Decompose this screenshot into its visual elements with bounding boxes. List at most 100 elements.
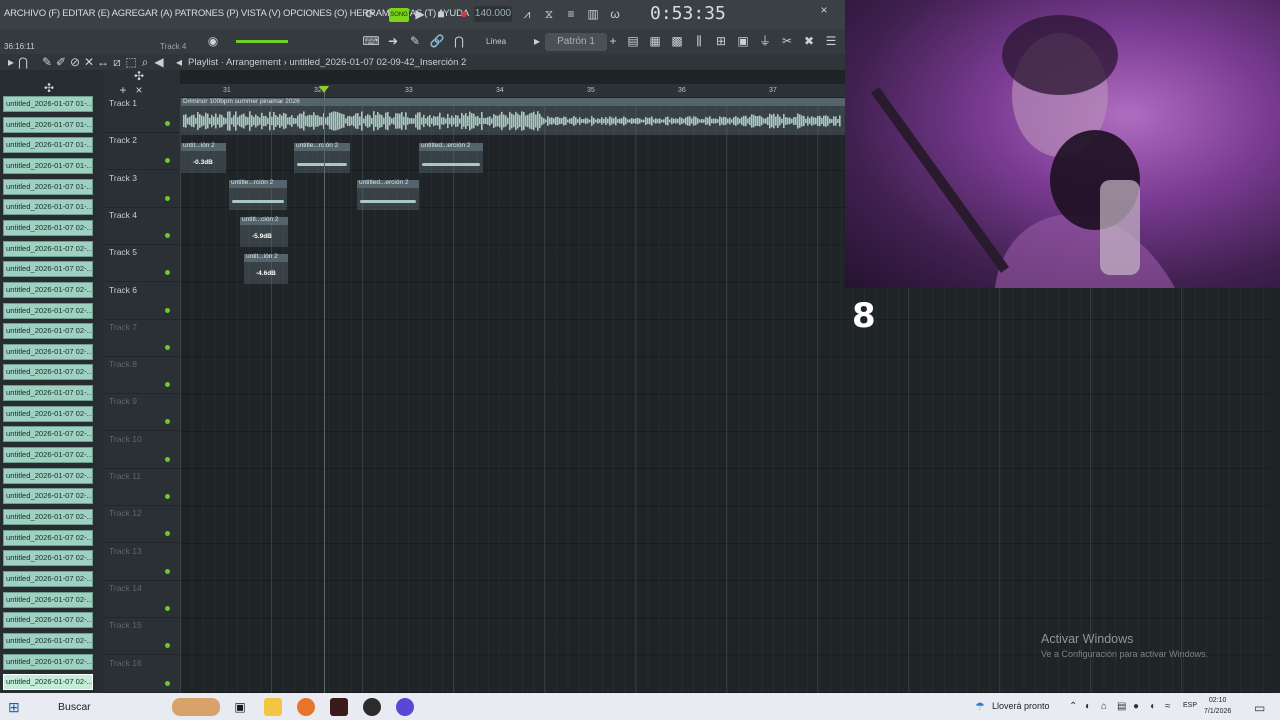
fl-studio-icon[interactable] [330,698,348,716]
track-header[interactable]: Track 7 [104,320,180,357]
close-icon[interactable]: × [815,2,833,18]
pattern-selector[interactable]: Patrón 1 [545,33,607,51]
browser-file-item[interactable]: untitled_2026-01-07 02-... [3,323,93,340]
playhead-line[interactable] [324,88,325,693]
notifications-icon[interactable]: ▭ [1254,701,1265,715]
project-icon[interactable]: ▣ [734,33,752,49]
browser-file-item[interactable]: untitled_2026-01-07 01-... [3,199,93,216]
track-enable-led[interactable] [165,195,170,201]
add-pattern-icon[interactable]: + [604,33,622,49]
track-header[interactable]: Track 13 [104,544,180,581]
collapse-icon[interactable]: ✣ [130,68,148,84]
tray-chevron-icon[interactable]: ⌃ [1069,701,1077,712]
track-header[interactable]: Track 4 [104,208,180,245]
tools-icon[interactable]: ✂ [778,33,796,49]
tray-mic-icon[interactable]: ● [1133,701,1139,712]
loop-icon[interactable]: ⟳ [361,6,379,22]
track-header[interactable]: Track 16 [104,656,180,693]
timeline-ruler[interactable]: 31 32 33 34 35 36 37 [180,84,845,98]
audio-clip-main[interactable]: D#minor 100bpm summer pinamar 2026 [181,98,845,135]
browser-file-item[interactable]: untitled_2026-01-07 02-... [3,612,93,629]
tray-printer-icon[interactable]: ▤ [1117,701,1126,712]
mixer-menu-icon[interactable]: ☰ [822,33,840,49]
audio-clip[interactable]: untitle...rción 2 [294,142,350,173]
browser-file-item[interactable]: untitled_2026-01-07 01-... [3,385,93,402]
step-edit-icon[interactable]: ▥ [584,6,602,22]
play-button[interactable]: ▶ [411,6,429,22]
taskbar-clock[interactable]: 02:10 7/1/2026 [1204,695,1231,717]
browser-file-item[interactable]: untitled_2026-01-07 02-... [3,632,93,649]
browser-file-item[interactable]: untitled_2026-01-07 02-... [3,426,93,443]
browser-app-icon[interactable] [297,698,315,716]
speaker-icon[interactable]: ◖ [1149,701,1155,712]
master-knob-icon[interactable]: ◉ [204,33,222,49]
track-enable-led[interactable] [165,568,170,574]
file-explorer-icon[interactable] [264,698,282,716]
track-header[interactable]: Track 11 [104,469,180,506]
track-header[interactable]: Track 5 [104,245,180,283]
audio-clip[interactable]: untitled...erción 2 [357,179,419,210]
browser-icon[interactable]: ⊞ [712,33,730,49]
browser-file-item[interactable]: untitled_2026-01-07 02-... [3,467,93,484]
browser-file-item[interactable]: untitled_2026-01-07 02-... [3,509,93,525]
chat-app-icon[interactable] [396,698,414,716]
browser-file-item[interactable]: untitled_2026-01-07 02-... [3,364,93,381]
track-enable-led[interactable] [165,680,170,686]
search-highlight-image[interactable] [172,698,220,716]
track-header[interactable]: Track 15 [104,618,180,656]
track-header[interactable]: Track 12 [104,506,180,544]
weather-text[interactable]: Lloverá pronto [992,701,1050,711]
magnet-icon[interactable]: ⋂ [450,33,468,49]
taskbar-search[interactable]: Buscar [34,697,164,717]
track-header[interactable]: Track 6 [104,283,180,320]
track-header[interactable]: Track 8 [104,357,180,395]
countdown-icon[interactable]: ≡ [562,6,580,22]
snap-mode-select[interactable]: Línea [486,37,506,46]
playlist-icon[interactable]: ▤ [624,33,642,49]
track-enable-led[interactable] [165,232,170,238]
browser-nav-icon[interactable]: ✣ [40,80,58,96]
browser-file-item[interactable]: untitled_2026-01-07 02-... [3,261,93,278]
track-enable-led[interactable] [165,344,170,350]
browser-file-item[interactable]: untitled_2026-01-07 01-... [3,96,93,112]
browser-file-item[interactable]: untitled_2026-01-07 01-... [3,157,93,174]
track-header[interactable]: Track 1 [104,96,180,133]
audio-clip[interactable]: untitle...rción 2 [229,179,287,210]
link-icon[interactable]: 🔗 [428,33,446,49]
browser-file-item[interactable]: untitled_2026-01-07 02-... [3,240,93,257]
metronome-icon[interactable]: ⩘ [518,6,536,22]
master-volume-slider[interactable] [236,40,288,43]
wrench-icon[interactable]: ✖ [800,33,818,49]
browser-file-item[interactable]: untitled_2026-01-07 01-... [3,178,93,195]
browser-file-item[interactable]: untitled_2026-01-07 02-... [3,447,93,464]
piano-roll-icon[interactable]: ▩ [668,33,686,49]
playhead-marker[interactable] [319,86,329,93]
track-enable-led[interactable] [165,270,170,276]
mixer-icon[interactable]: ⫼ [690,33,708,49]
browser-file-item[interactable]: untitled_2026-01-07 02-... [3,219,93,236]
browser-file-item[interactable]: untitled_2026-01-07 02-... [3,674,93,691]
wifi-icon[interactable]: ≈ [1165,701,1171,712]
track-enable-led[interactable] [165,643,170,649]
plugin-icon[interactable]: ⏚ [756,33,774,49]
track-enable-led[interactable] [165,307,170,313]
arrow-icon[interactable]: ➜ [384,33,402,49]
browser-file-item[interactable]: untitled_2026-01-07 02-... [3,653,93,670]
track-enable-led[interactable] [165,382,170,388]
pencil-icon[interactable]: ✎ [406,33,424,49]
track-enable-led[interactable] [165,158,170,164]
browser-file-item[interactable]: untitled_2026-01-07 02-... [3,570,93,587]
audio-clip[interactable]: untitl...ción 2 -5.9dB [240,216,288,247]
wait-input-icon[interactable]: ⧖ [540,6,558,22]
track-header[interactable]: Track 3 [104,171,180,208]
browser-file-item[interactable]: untitled_2026-01-07 01-... [3,137,93,154]
stop-button[interactable]: ■ [432,6,450,22]
browser-file-item[interactable]: untitled_2026-01-07 02-... [3,591,93,608]
track-header[interactable]: Track 9 [104,394,180,432]
browser-file-item[interactable]: untitled_2026-01-07 02-... [3,550,93,567]
track-enable-led[interactable] [165,605,170,611]
browser-file-item[interactable]: untitled_2026-01-07 02-... [3,488,93,505]
tempo-display[interactable]: 140.000 [474,6,512,22]
browser-file-item[interactable]: untitled_2026-01-07 02-... [3,343,93,360]
tray-app-icon[interactable]: ◐ [1085,701,1091,712]
